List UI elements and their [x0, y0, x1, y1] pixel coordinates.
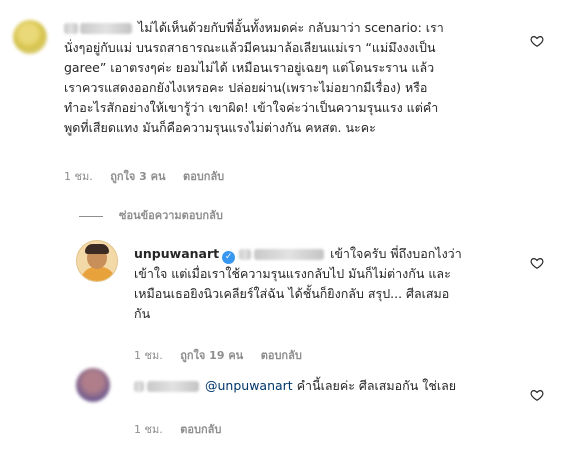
- hide-replies-button[interactable]: ซ่อนข้อความตอบกลับ: [79, 206, 223, 224]
- reply-first-line: unpuwanart ✓ เข้าใจครับ พี่ถึงบอกไงว่า: [134, 246, 462, 264]
- comment-time: 1 ชม.: [64, 170, 93, 183]
- verified-badge-icon: ✓: [222, 251, 236, 264]
- blurred-mention: [239, 249, 252, 260]
- comment-meta: 1 ชม. ถูกใจ 3 คน ตอบกลับ: [64, 167, 238, 185]
- reply-line: กัน: [134, 306, 151, 321]
- likes-count-link[interactable]: ถูกใจ 3 คน: [110, 170, 165, 183]
- blurred-mention-rest: [254, 249, 325, 260]
- reply-meta: 1 ชม. ตอบกลับ: [134, 420, 235, 438]
- replier-avatar[interactable]: [76, 368, 110, 402]
- comment-line: ทำอะไรสักอย่างให้เขารู้ว่า เขาผิด! เข้าใ…: [64, 100, 439, 115]
- divider-dash: [79, 215, 103, 217]
- reply-button[interactable]: ตอบกลับ: [183, 170, 224, 183]
- mention-link[interactable]: @unpuwanart: [205, 378, 293, 393]
- reply-time: 1 ชม.: [134, 349, 163, 362]
- reply-button[interactable]: ตอบกลับ: [180, 423, 221, 436]
- reply-username[interactable]: unpuwanart: [134, 246, 219, 261]
- reply-button[interactable]: ตอบกลับ: [261, 349, 302, 362]
- comment-body: ไม่ได้เห็นด้วยกับพี่อั้นทั้งหมดค่ะ กลับม…: [64, 18, 519, 138]
- reply-body: @unpuwanart คำนี้เลยค่ะ ศีลเสมอกัน ใช่เล…: [134, 376, 519, 396]
- comment-first-line: ไม่ได้เห็นด้วยกับพี่อั้นทั้งหมดค่ะ กลับม…: [64, 18, 519, 38]
- blurred-username[interactable]: [64, 23, 78, 34]
- commenter-avatar[interactable]: [13, 20, 47, 54]
- heart-icon[interactable]: [530, 34, 544, 48]
- heart-icon[interactable]: [530, 388, 544, 402]
- comment-line: นั่งๆอยู่กับแม่ บนรถสาธารณะแล้วมีคนมาล้อ…: [64, 40, 436, 55]
- heart-icon[interactable]: [530, 256, 544, 270]
- reply-time: 1 ชม.: [134, 423, 163, 436]
- reply-line: เหมือนเธอยิงนิวเคลียร์ใส่ฉัน ได้ชั้นก็ยิ…: [134, 286, 450, 301]
- reply-body: unpuwanart ✓ เข้าใจครับ พี่ถึงบอกไงว่า เข้…: [134, 244, 519, 324]
- comment-line: พูดที่เสียดแทง มันก็คือความรุนแรงไม่ต่าง…: [64, 120, 376, 135]
- verified-user-avatar[interactable]: [76, 240, 118, 282]
- comment-line: เราควรแสดงออกยังไงเหรอคะ ปล่อยผ่าน(เพราะ…: [64, 80, 428, 95]
- comment-line: garee” เอาตรงๆค่ะ ยอมไม่ได้ เหมือนเราอยู…: [64, 60, 435, 75]
- reply-first-line: @unpuwanart คำนี้เลยค่ะ ศีลเสมอกัน ใช่เล…: [134, 376, 519, 396]
- blurred-username-rest: [147, 381, 199, 392]
- likes-count-link[interactable]: ถูกใจ 19 คน: [180, 349, 243, 362]
- reply-line: เข้าใจ แต่เมื่อเราใช้ความรุนแรงกลับไป มั…: [134, 266, 451, 281]
- blurred-username-rest: [80, 23, 132, 34]
- blurred-username[interactable]: [134, 381, 144, 392]
- reply-meta: 1 ชม. ถูกใจ 19 คน ตอบกลับ: [134, 346, 316, 364]
